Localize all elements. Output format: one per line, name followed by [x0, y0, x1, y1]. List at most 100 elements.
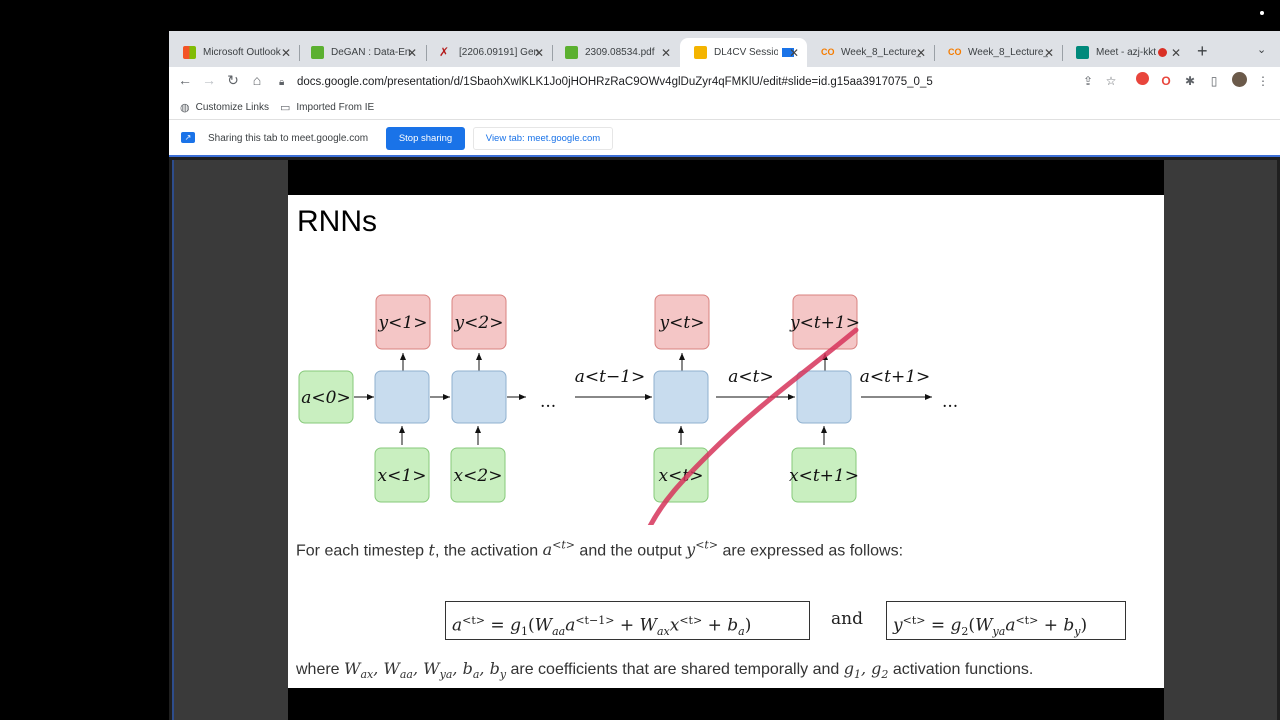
browser-window: Microsoft Outlook ✕ DeGAN : Data-Enri ✕ …: [169, 31, 1280, 720]
equation-output: y<t> = g2(Wyaa<t> + by): [886, 601, 1126, 640]
math-y-t: y<t>: [686, 539, 719, 560]
output-label: y<t+1>: [789, 313, 860, 333]
desc-text: where: [296, 661, 345, 678]
bookmark-imported-from-ie[interactable]: ▭ Imported From IE: [280, 101, 374, 114]
meet-icon: [1076, 46, 1089, 59]
tab-degan[interactable]: DeGAN : Data-Enri ✕: [297, 38, 425, 67]
folder-icon: ▭: [280, 102, 291, 114]
stop-sharing-button[interactable]: Stop sharing: [386, 127, 465, 150]
desc-text: are expressed as follows:: [718, 542, 904, 560]
star-icon[interactable]: ☆: [1102, 72, 1120, 90]
opera-icon[interactable]: O: [1157, 72, 1175, 90]
edge-label: a<t>: [728, 367, 773, 387]
pdf-icon: [311, 46, 324, 59]
tab-dl4cv-active[interactable]: DL4CV Sessio ✕: [680, 38, 807, 67]
hidden-cell: [796, 370, 852, 424]
desc-text: are coefficients that are shared tempora…: [506, 661, 844, 678]
hidden-cell: [653, 370, 709, 424]
home-icon[interactable]: ⌂: [248, 72, 266, 88]
bookmark-label: Imported From IE: [296, 102, 375, 113]
share-status-text: Sharing this tab to meet.google.com: [208, 133, 369, 144]
close-icon[interactable]: ✕: [281, 46, 291, 60]
screen: Microsoft Outlook ✕ DeGAN : Data-Enri ✕ …: [0, 0, 1280, 720]
slides-icon: [694, 46, 707, 59]
adblock-icon[interactable]: [1135, 72, 1149, 85]
desc-text: activation functions.: [888, 661, 1034, 678]
globe-icon: ◍: [180, 102, 190, 114]
tab-strip: Microsoft Outlook ✕ DeGAN : Data-Enri ✕ …: [169, 31, 1280, 67]
avatar[interactable]: [1231, 72, 1247, 87]
desc-text: , the activation: [434, 542, 543, 560]
letterbox-top: [288, 160, 1164, 195]
lock-icon: 🔒︎: [279, 77, 285, 88]
presentation-viewport: RNNs y<1> y<2> y<t> y<t+1> a<0> ... a<t−…: [172, 160, 1277, 720]
tab-label: [2206.09191] Gen: [459, 47, 539, 58]
rnn-diagram: y<1> y<2> y<t> y<t+1> a<0> ... a<t−1> a<…: [298, 294, 958, 525]
hidden-cell: [451, 370, 507, 424]
bookmark-label: Customize Links: [195, 102, 269, 113]
desc-text: For each timestep: [296, 542, 429, 560]
address-bar[interactable]: 🔒︎ docs.google.com/presentation/d/1Sbaoh…: [279, 70, 1119, 94]
math-coefficients: Wax, Waa, Wya, ba, by: [344, 659, 507, 682]
close-icon[interactable]: ✕: [916, 46, 926, 60]
menu-icon[interactable]: ⋮: [1254, 72, 1272, 90]
new-tab-icon[interactable]: +: [1197, 41, 1208, 62]
bookmark-customize-links[interactable]: ◍ Customize Links: [180, 101, 269, 114]
arxiv-icon: ✗: [439, 45, 450, 59]
tab-label: Week_8_Lecture_: [968, 47, 1048, 58]
tab-pdf[interactable]: 2309.08534.pdf ✕: [551, 38, 679, 67]
bookmarks-bar: ◍ Customize Links ▭ Imported From IE: [169, 97, 1280, 119]
notification-dot: [1260, 11, 1264, 15]
toolbar: ← → ↻ ⌂ 🔒︎ docs.google.com/presentation/…: [169, 67, 1280, 97]
tab-meet[interactable]: Meet - azj-kkt ✕: [1062, 38, 1189, 67]
input-label: x<1>: [378, 466, 427, 486]
tab-outlook[interactable]: Microsoft Outlook ✕: [169, 38, 299, 67]
tab-week8-2[interactable]: CO Week_8_Lecture_ ✕: [934, 38, 1062, 67]
description-line-2: where Wax, Waa, Wya, ba, by are coeffici…: [296, 659, 1033, 681]
share-icon[interactable]: ⇪: [1079, 72, 1097, 90]
reload-icon[interactable]: ↻: [224, 72, 242, 89]
chevron-down-icon[interactable]: ⌄: [1257, 43, 1266, 56]
tab-label: 2309.08534.pdf: [585, 47, 655, 58]
tab-label: Microsoft Outlook: [203, 47, 281, 58]
close-icon[interactable]: ✕: [789, 46, 799, 60]
equation-activation: a<t> = g1(Waaa<t−1> + Waxx<t> + ba): [445, 601, 810, 640]
hidden-cell: [374, 370, 430, 424]
pdf-icon: [565, 46, 578, 59]
math-activations: g1, g2: [843, 659, 889, 682]
initial-activation-label: a<0>: [301, 388, 350, 408]
tab-arxiv[interactable]: ✗ [2206.09191] Gen ✕: [425, 38, 552, 67]
tab-label: Meet - azj-kkt: [1096, 47, 1156, 58]
slide-title: RNNs: [297, 205, 377, 238]
math-a-t: a<t>: [542, 539, 575, 560]
description-line-1: For each timestep t, the activation a<t>…: [296, 539, 903, 560]
letterbox-bottom: [288, 688, 1164, 720]
back-icon[interactable]: ←: [176, 72, 194, 88]
tab-label: Week_8_Lecture_: [841, 47, 921, 58]
desc-text: and the output: [574, 542, 687, 560]
close-icon[interactable]: ✕: [407, 46, 417, 60]
tab-label: DeGAN : Data-Enri: [331, 47, 411, 58]
edge-label: a<t−1>: [575, 367, 646, 387]
url-text: docs.google.com/presentation/d/1SbaohXwl…: [297, 76, 933, 88]
close-icon[interactable]: ✕: [534, 46, 544, 60]
present-icon: ↗: [181, 132, 195, 143]
ellipsis: ...: [540, 392, 556, 412]
close-icon[interactable]: ✕: [1171, 46, 1181, 60]
sidepanel-icon[interactable]: ▯: [1205, 72, 1223, 90]
microsoft-icon: [183, 46, 196, 59]
forward-icon[interactable]: →: [200, 72, 218, 88]
ellipsis: ...: [942, 392, 958, 412]
colab-icon: CO: [821, 47, 835, 57]
share-bar: ↗ Sharing this tab to meet.google.com St…: [169, 119, 1280, 157]
output-label: y<t>: [659, 313, 705, 333]
close-icon[interactable]: ✕: [661, 46, 671, 60]
slide: RNNs y<1> y<2> y<t> y<t+1> a<0> ... a<t−…: [288, 195, 1164, 688]
close-icon[interactable]: ✕: [1044, 46, 1054, 60]
colab-icon: CO: [948, 47, 962, 57]
tab-label: DL4CV Sessio: [714, 47, 778, 58]
view-tab-button[interactable]: View tab: meet.google.com: [473, 127, 613, 150]
input-label: x<t+1>: [789, 466, 859, 486]
tab-week8-1[interactable]: CO Week_8_Lecture_ ✕: [807, 38, 934, 67]
extensions-icon[interactable]: ✱: [1181, 72, 1199, 90]
